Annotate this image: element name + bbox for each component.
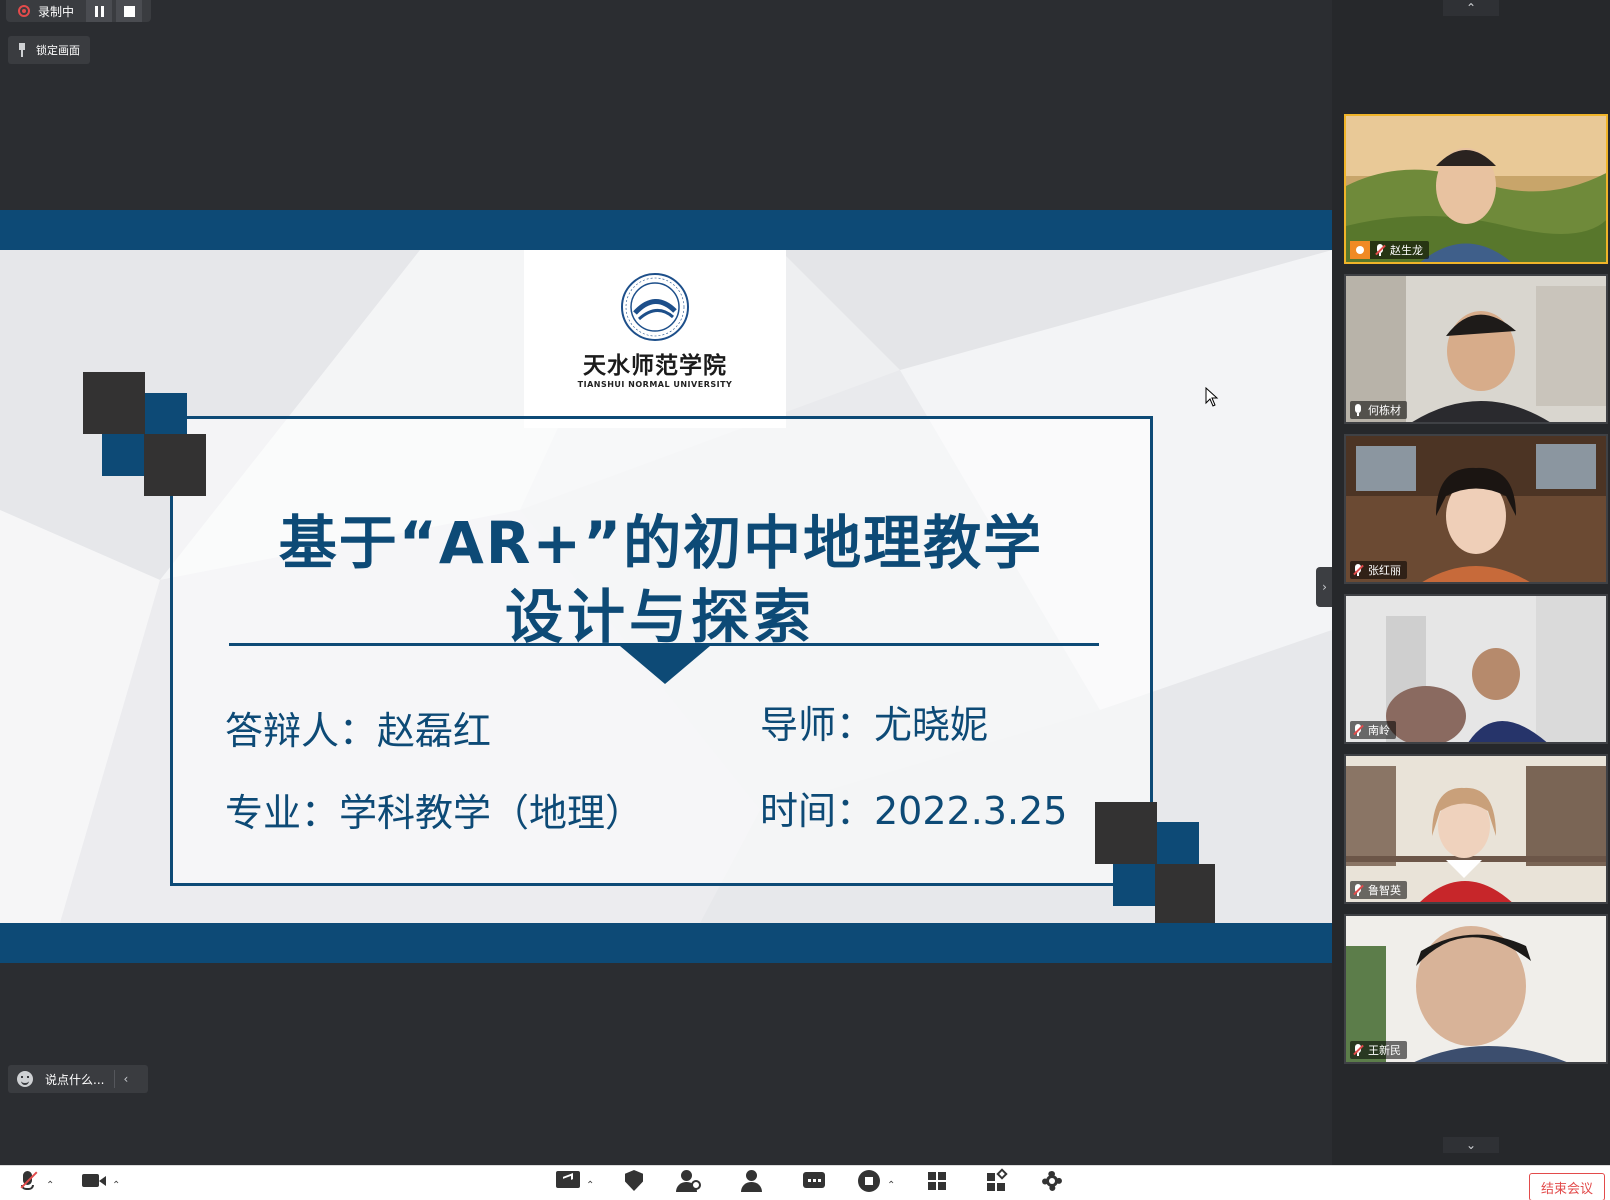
slide-title-line2: 设计与探索 bbox=[504, 583, 815, 651]
slide-bottom-band bbox=[0, 923, 1332, 963]
invite-button[interactable] bbox=[675, 1170, 701, 1198]
record-button[interactable]: ⌃ bbox=[857, 1170, 895, 1198]
lock-screen-label: 锁定画面 bbox=[36, 44, 80, 57]
defender-text: 答辩人：赵磊红 bbox=[225, 709, 492, 753]
participant-name: 鲁智英 bbox=[1368, 884, 1401, 897]
participant-label: 南岭 bbox=[1350, 721, 1396, 739]
decor-square bbox=[145, 393, 187, 435]
mic-muted-icon bbox=[1353, 724, 1364, 736]
scroll-down-button[interactable]: ⌄ bbox=[1443, 1137, 1499, 1153]
major-text: 专业：学科教学（地理） bbox=[225, 791, 644, 835]
chat-bubble-icon bbox=[802, 1170, 826, 1192]
recording-bar: 录制中 bbox=[6, 0, 151, 22]
collapse-sidebar-button[interactable]: › bbox=[1316, 567, 1333, 607]
chevron-up-icon[interactable]: ⌃ bbox=[112, 1180, 120, 1191]
decor-square bbox=[1157, 822, 1199, 864]
end-meeting-button[interactable]: 结束会议 bbox=[1529, 1173, 1605, 1200]
chat-button[interactable] bbox=[802, 1170, 826, 1198]
date-text: 时间：2022.3.25 bbox=[760, 789, 1068, 833]
participant-name: 张红丽 bbox=[1368, 564, 1401, 577]
meeting-window: 录制中 锁定画面 天水师范学院 TIANSHUI NORMAL UNIVERSI… bbox=[0, 0, 1610, 1200]
mic-muted-icon bbox=[1375, 244, 1386, 256]
participant-label: 赵生龙 bbox=[1350, 241, 1429, 259]
recording-status-label: 录制中 bbox=[38, 4, 75, 19]
host-badge-icon bbox=[1350, 241, 1370, 259]
add-user-icon bbox=[675, 1170, 701, 1192]
decor-square bbox=[83, 372, 145, 434]
scroll-up-button[interactable]: ⌃ bbox=[1443, 0, 1499, 16]
mic-icon bbox=[1354, 404, 1362, 416]
chevron-left-icon[interactable]: ‹ bbox=[123, 1072, 128, 1086]
participant-label: 何栋材 bbox=[1350, 401, 1407, 419]
chevron-right-icon: › bbox=[1322, 580, 1327, 594]
participant-label: 张红丽 bbox=[1350, 561, 1407, 579]
mic-muted-icon bbox=[16, 1170, 40, 1192]
apps-button[interactable] bbox=[985, 1168, 1009, 1198]
gear-icon bbox=[1040, 1170, 1064, 1192]
record-stop-icon bbox=[857, 1170, 881, 1192]
mic-muted-icon bbox=[1353, 564, 1364, 576]
record-indicator-icon bbox=[18, 5, 30, 17]
video-button[interactable]: ⌃ bbox=[82, 1170, 120, 1198]
lock-screen-button[interactable]: 锁定画面 bbox=[8, 36, 90, 64]
decor-square bbox=[144, 434, 206, 496]
emoji-icon[interactable] bbox=[17, 1071, 33, 1087]
shared-slide: 天水师范学院 TIANSHUI NORMAL UNIVERSITY 基于“AR+… bbox=[0, 210, 1332, 963]
chevron-up-icon[interactable]: ⌃ bbox=[586, 1180, 594, 1191]
slide-top-band bbox=[0, 210, 1332, 250]
participant-label: 鲁智英 bbox=[1350, 881, 1407, 899]
chevron-up-icon[interactable]: ⌃ bbox=[46, 1180, 54, 1191]
stop-recording-button[interactable] bbox=[116, 0, 142, 22]
participant-tile[interactable]: 赵生龙 bbox=[1344, 114, 1608, 264]
mic-muted-icon bbox=[1353, 1044, 1364, 1056]
stop-icon bbox=[123, 5, 135, 17]
security-button[interactable] bbox=[622, 1170, 646, 1198]
pause-icon bbox=[94, 5, 104, 17]
participant-tile[interactable]: 王新民 bbox=[1344, 914, 1608, 1064]
decor-square bbox=[1113, 864, 1155, 906]
shield-icon bbox=[622, 1170, 646, 1192]
share-screen-icon bbox=[556, 1170, 580, 1192]
participant-name: 何栋材 bbox=[1368, 404, 1401, 417]
advisor-text: 导师：尤晓妮 bbox=[760, 703, 989, 747]
pause-recording-button[interactable] bbox=[86, 0, 112, 22]
participants-button[interactable] bbox=[740, 1170, 764, 1198]
mic-muted-icon bbox=[1353, 884, 1364, 896]
participant-name: 南岭 bbox=[1368, 724, 1390, 737]
settings-button[interactable] bbox=[1040, 1170, 1064, 1198]
chevron-up-icon[interactable]: ⌃ bbox=[887, 1180, 895, 1191]
participant-tile[interactable]: 何栋材 bbox=[1344, 274, 1608, 424]
layout-button[interactable] bbox=[926, 1170, 950, 1198]
participant-tile[interactable]: 张红丽 bbox=[1344, 434, 1608, 584]
share-screen-button[interactable]: ⌃ bbox=[556, 1170, 594, 1198]
title-pointer bbox=[620, 646, 710, 684]
decor-square bbox=[1095, 802, 1157, 864]
decor-square bbox=[102, 434, 144, 476]
participant-label: 王新民 bbox=[1350, 1041, 1407, 1059]
meeting-toolbar: ⌃ ⌃ ⌃ ⌃ 结束会议 bbox=[0, 1165, 1610, 1200]
university-logo-panel: 天水师范学院 TIANSHUI NORMAL UNIVERSITY bbox=[524, 250, 786, 428]
chat-placeholder: 说点什么... bbox=[45, 1072, 105, 1087]
chevron-up-icon: ⌃ bbox=[1465, 1, 1477, 15]
university-seal-icon bbox=[621, 273, 689, 341]
user-icon bbox=[740, 1170, 764, 1192]
participant-name: 赵生龙 bbox=[1390, 244, 1423, 257]
mouse-cursor-icon bbox=[1205, 387, 1219, 407]
participant-tile[interactable]: 南岭 bbox=[1344, 594, 1608, 744]
apps-icon bbox=[985, 1168, 1009, 1192]
chat-divider bbox=[114, 1070, 116, 1088]
decor-square bbox=[1155, 864, 1215, 923]
chevron-down-icon: ⌄ bbox=[1465, 1138, 1477, 1152]
participant-video-sidebar: ⌃ 赵生龙 何栋材 张红丽 南岭 鲁智英 王新民 ⌄ bbox=[1332, 0, 1610, 1165]
university-name-en: TIANSHUI NORMAL UNIVERSITY bbox=[577, 380, 733, 389]
slide-title-line1: 基于“AR+”的初中地理教学 bbox=[278, 509, 1044, 577]
chat-input[interactable]: 说点什么... ‹ bbox=[8, 1065, 148, 1093]
pin-icon bbox=[16, 43, 28, 57]
participant-tile[interactable]: 鲁智英 bbox=[1344, 754, 1608, 904]
mute-button[interactable]: ⌃ bbox=[16, 1170, 54, 1198]
grid-icon bbox=[926, 1170, 950, 1192]
university-name-cn: 天水师范学院 bbox=[583, 352, 727, 379]
camera-icon bbox=[82, 1170, 106, 1192]
participant-name: 王新民 bbox=[1368, 1044, 1401, 1057]
